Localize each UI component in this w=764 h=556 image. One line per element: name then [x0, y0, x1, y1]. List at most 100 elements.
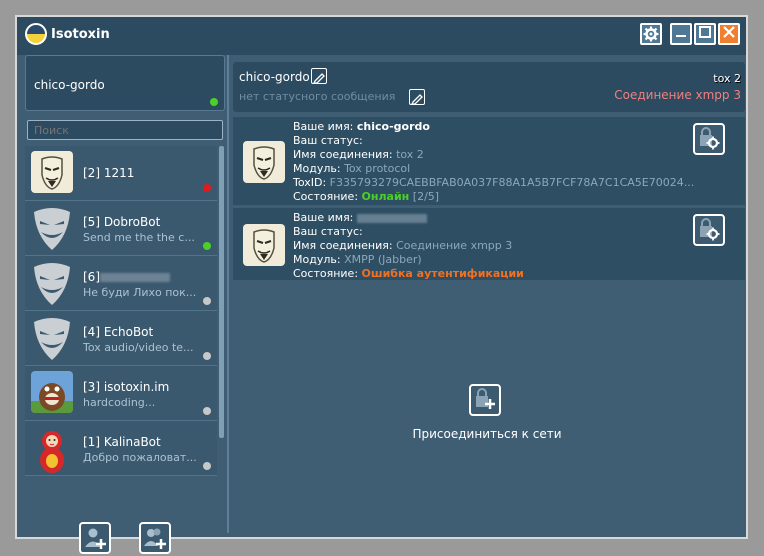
- online-status-dot: [210, 98, 218, 106]
- account-state-line: Состояние: Ошибка аутентификации: [293, 267, 738, 281]
- contact-item[interactable]: [4] EchoBot Tox audio/video te...: [25, 311, 217, 366]
- contact-name: [3] isotoxin.im: [83, 380, 170, 394]
- status-dot: [203, 297, 211, 305]
- account-settings-button[interactable]: [693, 123, 725, 155]
- add-group-button[interactable]: [139, 522, 171, 554]
- state-error: Ошибка аутентификации: [361, 267, 524, 280]
- maximize-button[interactable]: [694, 23, 716, 45]
- value: tox 2: [396, 148, 424, 161]
- close-button[interactable]: [718, 23, 740, 45]
- app-logo-icon: [25, 23, 47, 45]
- header-status-placeholder: нет статусного сообщения: [239, 90, 396, 103]
- pencil-icon: [410, 94, 423, 105]
- label: Модуль:: [293, 253, 341, 266]
- lock-gear-icon: [700, 127, 720, 150]
- lock-gear-icon: [700, 218, 720, 241]
- label: Имя соединения:: [293, 239, 393, 252]
- account-card: Ваше имя: chico-gordo Ваш статус: Имя со…: [233, 117, 745, 205]
- label: Ваше имя:: [293, 120, 354, 133]
- add-contact-button[interactable]: [79, 522, 111, 554]
- status-dot: [203, 462, 211, 470]
- anon-mask-icon: [31, 151, 73, 193]
- account-conn-line: Имя соединения: Соединение xmpp 3: [293, 239, 738, 253]
- contact-name: [6]: [83, 270, 170, 284]
- monster-icon: [31, 371, 73, 413]
- title-bar[interactable]: Isotoxin: [17, 17, 746, 55]
- account-details: Ваше имя: chico-gordo Ваш статус: Имя со…: [293, 120, 738, 204]
- add-group-icon: [144, 528, 166, 549]
- left-panel: chico-gordo [2] 1211 [5] DobroBot Send m…: [25, 55, 225, 554]
- anon-mask-icon: [243, 224, 285, 266]
- minimize-icon: [676, 35, 686, 37]
- contact-name-text: [6]: [83, 270, 100, 284]
- contact-status: Send me the the c...: [83, 231, 195, 244]
- grin-mask-icon: [31, 206, 73, 250]
- search-input[interactable]: [27, 120, 223, 140]
- redacted-block: [356, 213, 427, 223]
- edit-status-button[interactable]: [409, 89, 425, 105]
- label: Ваше имя:: [293, 211, 354, 224]
- value: chico-gordo: [356, 120, 430, 133]
- matryoshka-icon: [31, 426, 73, 473]
- contact-item[interactable]: [3] isotoxin.im hardcoding...: [25, 366, 217, 421]
- join-network-label[interactable]: Присоединиться к сети: [397, 427, 577, 441]
- label: Ваш статус:: [293, 225, 363, 238]
- maximize-icon: [699, 26, 711, 38]
- contact-list: [2] 1211 [5] DobroBot Send me the the c.…: [25, 146, 217, 519]
- value: Соединение xmpp 3: [396, 239, 513, 252]
- redacted-block: [100, 273, 170, 282]
- lock-plus-icon: [476, 388, 495, 409]
- contact-list-scrollbar[interactable]: [219, 146, 224, 438]
- gear-icon: [643, 26, 659, 42]
- account-status-line: Ваш статус:: [293, 134, 738, 148]
- settings-gear-button[interactable]: [640, 23, 662, 45]
- pencil-icon: [312, 73, 325, 84]
- grin-mask-icon: [31, 316, 73, 360]
- label: Ваш статус:: [293, 134, 363, 147]
- account-settings-button[interactable]: [693, 214, 725, 246]
- label: Состояние:: [293, 267, 359, 280]
- contact-item[interactable]: [1] KalinaBot Добро пожаловат...: [25, 421, 217, 476]
- contact-status: Не буди Лихо пок...: [83, 286, 197, 299]
- contact-name: [2] 1211: [83, 166, 135, 180]
- app-title: Isotoxin: [51, 27, 110, 42]
- account-details: Ваше имя: Ваш статус: Имя соединения: Со…: [293, 211, 738, 281]
- account-card: Ваше имя: Ваш статус: Имя соединения: Со…: [233, 208, 745, 280]
- contact-name: [4] EchoBot: [83, 325, 154, 339]
- contact-item[interactable]: [6] Не буди Лихо пок...: [25, 256, 217, 311]
- contact-name: [5] DobroBot: [83, 215, 161, 229]
- minimize-button[interactable]: [670, 23, 692, 45]
- label: Модуль:: [293, 162, 341, 175]
- grin-mask-icon: [31, 261, 73, 305]
- edit-name-button[interactable]: [311, 68, 327, 84]
- profile-name: chico-gordo: [34, 78, 105, 92]
- account-module-line: Модуль: Tox protocol: [293, 162, 738, 176]
- account-toxid-line[interactable]: ToxID: F335793279CAEBBFAB0A037F88A1A5B7F…: [293, 176, 738, 190]
- header-name: chico-gordo: [239, 70, 310, 84]
- close-icon: [723, 26, 735, 38]
- account-module-line: Модуль: XMPP (Jabber): [293, 253, 738, 267]
- status-dot: [203, 352, 211, 360]
- add-contact-icon: [85, 528, 106, 549]
- account-name-line: Ваше имя:: [293, 211, 738, 225]
- contact-item[interactable]: [2] 1211: [25, 146, 217, 201]
- anon-mask-icon: [243, 141, 285, 183]
- label: Состояние:: [293, 190, 359, 203]
- label: ToxID:: [293, 176, 327, 189]
- join-network-button[interactable]: [469, 384, 501, 416]
- account-name-line: Ваше имя: chico-gordo: [293, 120, 738, 134]
- value: XMPP (Jabber): [344, 253, 422, 266]
- status-dot: [203, 184, 211, 192]
- contact-item[interactable]: [5] DobroBot Send me the the c...: [25, 201, 217, 256]
- own-profile-card[interactable]: chico-gordo: [25, 55, 225, 111]
- header-connection: Соединение xmpp 3: [614, 88, 741, 102]
- profile-header: chico-gordo нет статусного сообщения tox…: [233, 62, 745, 112]
- value: F335793279CAEBBFAB0A037F88A1A5B7FCF78A7C…: [329, 176, 695, 189]
- contact-name: [1] KalinaBot: [83, 435, 161, 449]
- contact-status: Добро пожаловат...: [83, 451, 197, 464]
- panel-divider[interactable]: [227, 55, 229, 533]
- header-protocol: tox 2: [713, 72, 741, 85]
- state-online: Онлайн: [361, 190, 410, 203]
- main-window: Isotoxin chico-gordo [2] 1211: [15, 15, 748, 554]
- account-state-line: Состояние: Онлайн [2/5]: [293, 190, 738, 204]
